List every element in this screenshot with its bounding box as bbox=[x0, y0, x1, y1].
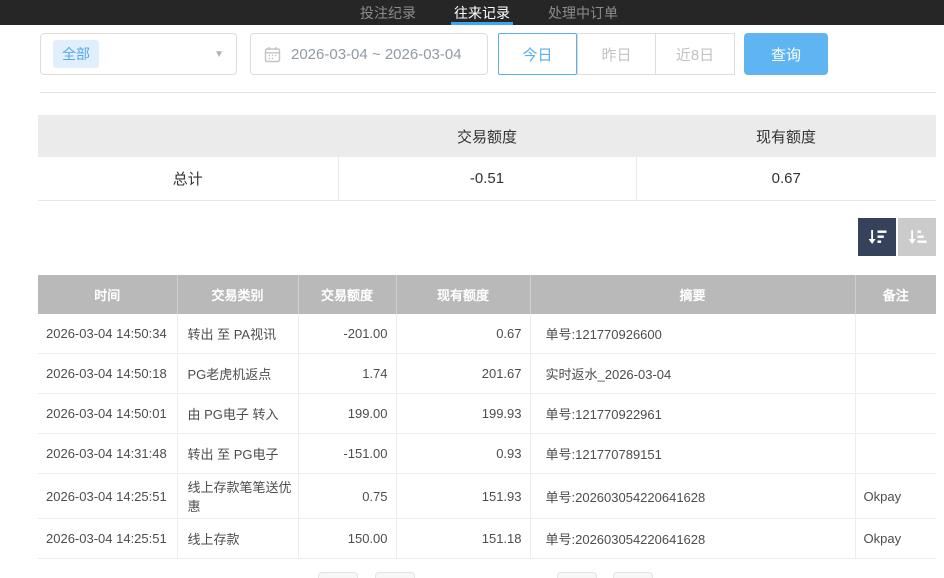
cell-memo: 单号:121770926600 bbox=[530, 314, 855, 354]
pagination-button[interactable] bbox=[318, 572, 358, 578]
cell-note bbox=[855, 434, 936, 474]
cell-type: 由 PG电子 转入 bbox=[177, 394, 298, 434]
cell-type: 转出 至 PG电子 bbox=[177, 434, 298, 474]
cell-amount: 1.74 bbox=[298, 354, 396, 394]
today-button[interactable]: 今日 bbox=[498, 33, 577, 75]
cell-time: 2026-03-04 14:31:48 bbox=[38, 434, 177, 474]
records-header-row: 时间 交易类别 交易额度 现有额度 摘要 备注 bbox=[38, 275, 936, 314]
chevron-down-icon: ▼ bbox=[214, 49, 224, 60]
cell-type: 转出 至 PA视讯 bbox=[177, 314, 298, 354]
col-header-type: 交易类别 bbox=[177, 275, 298, 314]
calendar-icon bbox=[264, 46, 281, 63]
table-row: 2026-03-04 14:50:34 转出 至 PA视讯 -201.00 0.… bbox=[38, 314, 936, 354]
sort-descending-button[interactable] bbox=[858, 218, 896, 256]
records-table: 时间 交易类别 交易额度 现有额度 摘要 备注 2026-03-04 14:50… bbox=[38, 275, 936, 560]
cell-memo: 实时返水_2026-03-04 bbox=[530, 354, 855, 394]
sort-descending-icon bbox=[866, 226, 888, 248]
sort-controls bbox=[0, 218, 936, 256]
pagination-button[interactable] bbox=[375, 572, 415, 578]
sort-ascending-button[interactable] bbox=[898, 218, 936, 256]
pagination-button[interactable] bbox=[557, 572, 597, 578]
sort-ascending-icon bbox=[906, 226, 928, 248]
date-range-picker[interactable]: 2026-03-04 ~ 2026-03-04 bbox=[250, 33, 488, 75]
cell-amount: 199.00 bbox=[298, 394, 396, 434]
summary-header-empty bbox=[38, 115, 338, 157]
cell-balance: 0.67 bbox=[396, 314, 530, 354]
cell-balance: 201.67 bbox=[396, 354, 530, 394]
cell-balance: 151.18 bbox=[396, 519, 530, 559]
table-row: 2026-03-04 14:25:51 线上存款 150.00 151.18 单… bbox=[38, 519, 936, 559]
cell-balance: 0.93 bbox=[396, 434, 530, 474]
tab-transaction-records[interactable]: 往来记录 bbox=[454, 0, 510, 25]
selected-type-tag: 全部 bbox=[53, 40, 99, 68]
cell-memo: 单号:202603054220641628 bbox=[530, 474, 855, 519]
pagination-button[interactable] bbox=[613, 572, 653, 578]
summary-table: 交易额度 现有额度 总计 -0.51 0.67 bbox=[38, 115, 936, 201]
summary-current-amount: 0.67 bbox=[636, 157, 936, 200]
cell-note bbox=[855, 394, 936, 434]
filter-bar: 全部 ▼ 2026-03-04 ~ 2026-03-04 今日 昨日 近8日 查… bbox=[40, 33, 944, 75]
cell-amount: -201.00 bbox=[298, 314, 396, 354]
tab-bet-records[interactable]: 投注纪录 bbox=[360, 0, 416, 25]
summary-total-label: 总计 bbox=[38, 157, 338, 200]
summary-header-transaction-amount: 交易额度 bbox=[338, 115, 636, 157]
summary-total-row: 总计 -0.51 0.67 bbox=[38, 157, 936, 200]
top-tab-bar: 投注纪录 往来记录 处理中订单 bbox=[0, 0, 944, 25]
cell-amount: 0.75 bbox=[298, 474, 396, 519]
cell-time: 2026-03-04 14:50:18 bbox=[38, 354, 177, 394]
cell-time: 2026-03-04 14:50:01 bbox=[38, 394, 177, 434]
cell-balance: 151.93 bbox=[396, 474, 530, 519]
cell-amount: 150.00 bbox=[298, 519, 396, 559]
cell-note bbox=[855, 354, 936, 394]
col-header-memo: 摘要 bbox=[530, 275, 855, 314]
col-header-amount: 交易额度 bbox=[298, 275, 396, 314]
cell-memo: 单号:121770922961 bbox=[530, 394, 855, 434]
cell-amount: -151.00 bbox=[298, 434, 396, 474]
divider bbox=[40, 92, 936, 93]
cell-time: 2026-03-04 14:25:51 bbox=[38, 474, 177, 519]
cell-note: Okpay bbox=[855, 519, 936, 559]
col-header-balance: 现有额度 bbox=[396, 275, 530, 314]
query-button[interactable]: 查询 bbox=[744, 33, 828, 75]
cell-type: 线上存款笔笔送优惠 bbox=[177, 474, 298, 519]
cell-type: 线上存款 bbox=[177, 519, 298, 559]
cell-time: 2026-03-04 14:25:51 bbox=[38, 519, 177, 559]
cell-balance: 199.93 bbox=[396, 394, 530, 434]
transaction-type-select[interactable]: 全部 ▼ bbox=[40, 33, 237, 75]
quick-date-button-group: 今日 昨日 近8日 bbox=[498, 33, 735, 75]
summary-header-row: 交易额度 现有额度 bbox=[38, 115, 936, 157]
cell-type: PG老虎机返点 bbox=[177, 354, 298, 394]
date-range-value: 2026-03-04 ~ 2026-03-04 bbox=[291, 46, 462, 63]
col-header-time: 时间 bbox=[38, 275, 177, 314]
table-row: 2026-03-04 14:50:01 由 PG电子 转入 199.00 199… bbox=[38, 394, 936, 434]
cell-note: Okpay bbox=[855, 474, 936, 519]
table-row: 2026-03-04 14:25:51 线上存款笔笔送优惠 0.75 151.9… bbox=[38, 474, 936, 519]
last-8-days-button[interactable]: 近8日 bbox=[656, 33, 735, 75]
col-header-note: 备注 bbox=[855, 275, 936, 314]
table-row: 2026-03-04 14:50:18 PG老虎机返点 1.74 201.67 … bbox=[38, 354, 936, 394]
summary-transaction-amount: -0.51 bbox=[338, 157, 636, 200]
yesterday-button[interactable]: 昨日 bbox=[577, 33, 656, 75]
cell-note bbox=[855, 314, 936, 354]
summary-header-current-amount: 现有额度 bbox=[636, 115, 936, 157]
table-row: 2026-03-04 14:31:48 转出 至 PG电子 -151.00 0.… bbox=[38, 434, 936, 474]
cell-time: 2026-03-04 14:50:34 bbox=[38, 314, 177, 354]
tab-processing-orders[interactable]: 处理中订单 bbox=[548, 0, 618, 25]
cell-memo: 单号:202603054220641628 bbox=[530, 519, 855, 559]
cell-memo: 单号:121770789151 bbox=[530, 434, 855, 474]
